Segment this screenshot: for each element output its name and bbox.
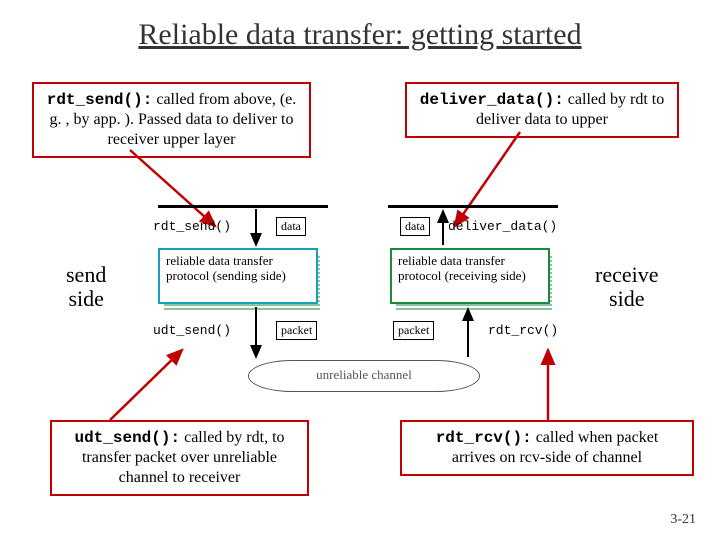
- label-send-side: sendside: [66, 263, 106, 311]
- callout-deliver-data: deliver_data(): called by rdt to deliver…: [405, 82, 679, 138]
- code-rdt-rcv: rdt_rcv():: [436, 429, 532, 447]
- slide-title: Reliable data transfer: getting started: [50, 18, 670, 52]
- callout-udt-send: udt_send(): called by rdt, to transfer p…: [50, 420, 309, 496]
- callout-rdt-rcv: rdt_rcv(): called when packet arrives on…: [400, 420, 694, 476]
- page-number: 3-21: [670, 512, 696, 528]
- label-receive-side-text: receiveside: [595, 262, 659, 311]
- code-rdt-send: rdt_send():: [47, 91, 153, 109]
- label-receive-side: receiveside: [595, 263, 659, 311]
- figure-arrows: [148, 205, 588, 400]
- code-udt-send: udt_send():: [74, 429, 180, 447]
- diagram-figure: rdt_send() deliver_data() data data reli…: [148, 205, 588, 400]
- label-send-side-text: sendside: [66, 262, 106, 311]
- callout-rdt-send: rdt_send(): called from above, (e. g. , …: [32, 82, 311, 158]
- code-deliver-data: deliver_data():: [420, 91, 564, 109]
